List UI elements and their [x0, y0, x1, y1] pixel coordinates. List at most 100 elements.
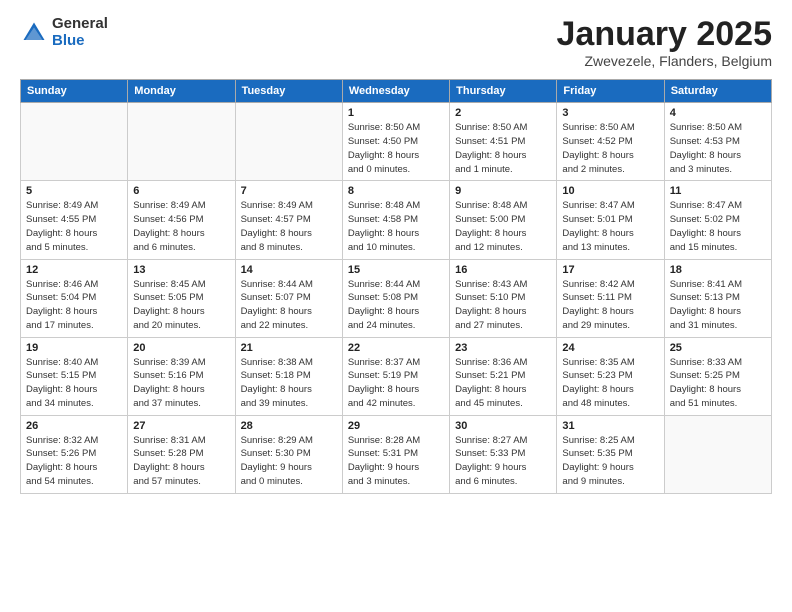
day-number: 26	[26, 420, 122, 432]
weekday-header: Saturday	[664, 80, 771, 103]
weekday-header: Wednesday	[342, 80, 449, 103]
day-info: Sunrise: 8:27 AMSunset: 5:33 PMDaylight:…	[455, 434, 551, 489]
day-info: Sunrise: 8:48 AMSunset: 5:00 PMDaylight:…	[455, 199, 551, 254]
calendar: SundayMondayTuesdayWednesdayThursdayFrid…	[20, 79, 772, 493]
day-info: Sunrise: 8:50 AMSunset: 4:52 PMDaylight:…	[562, 121, 658, 176]
calendar-day-cell: 9 Sunrise: 8:48 AMSunset: 5:00 PMDaylight…	[450, 181, 557, 259]
calendar-week-row: 5Sunrise: 8:49 AMSunset: 4:55 PMDaylight…	[21, 181, 772, 259]
day-info: Sunrise: 8:50 AMSunset: 4:50 PMDaylight:…	[348, 121, 444, 176]
day-number: 27	[133, 420, 229, 432]
location-subtitle: Zwevezele, Flanders, Belgium	[557, 53, 773, 69]
day-number: 7	[241, 185, 337, 197]
weekday-header: Thursday	[450, 80, 557, 103]
day-info: Sunrise: 8:45 AMSunset: 5:05 PMDaylight:…	[133, 278, 229, 333]
logo: General Blue	[20, 16, 108, 49]
calendar-day-cell: 25 Sunrise: 8:33 AMSunset: 5:25 PMDayligh…	[664, 337, 771, 415]
day-number: 10	[562, 185, 658, 197]
day-info: Sunrise: 8:44 AMSunset: 5:07 PMDaylight:…	[241, 278, 337, 333]
day-info: Sunrise: 8:49 AMSunset: 4:57 PMDaylight:…	[241, 199, 337, 254]
calendar-day-cell: 31 Sunrise: 8:25 AMSunset: 5:35 PMDayligh…	[557, 415, 664, 493]
day-info: Sunrise: 8:36 AMSunset: 5:21 PMDaylight:…	[455, 356, 551, 411]
day-number: 13	[133, 264, 229, 276]
calendar-day-cell: 17 Sunrise: 8:42 AMSunset: 5:11 PMDayligh…	[557, 259, 664, 337]
day-number: 25	[670, 342, 766, 354]
day-info: Sunrise: 8:25 AMSunset: 5:35 PMDaylight:…	[562, 434, 658, 489]
calendar-day-cell	[235, 103, 342, 181]
day-number: 18	[670, 264, 766, 276]
day-number: 16	[455, 264, 551, 276]
day-info: Sunrise: 8:44 AMSunset: 5:08 PMDaylight:…	[348, 278, 444, 333]
day-info: Sunrise: 8:40 AMSunset: 5:15 PMDaylight:…	[26, 356, 122, 411]
month-title: January 2025	[557, 16, 773, 53]
day-info: Sunrise: 8:28 AMSunset: 5:31 PMDaylight:…	[348, 434, 444, 489]
logo-icon	[20, 19, 48, 47]
weekday-header: Tuesday	[235, 80, 342, 103]
day-number: 14	[241, 264, 337, 276]
calendar-day-cell	[664, 415, 771, 493]
day-info: Sunrise: 8:38 AMSunset: 5:18 PMDaylight:…	[241, 356, 337, 411]
weekday-header: Monday	[128, 80, 235, 103]
day-number: 15	[348, 264, 444, 276]
day-info: Sunrise: 8:37 AMSunset: 5:19 PMDaylight:…	[348, 356, 444, 411]
calendar-day-cell: 21 Sunrise: 8:38 AMSunset: 5:18 PMDayligh…	[235, 337, 342, 415]
calendar-week-row: 12Sunrise: 8:46 AMSunset: 5:04 PMDayligh…	[21, 259, 772, 337]
day-number: 29	[348, 420, 444, 432]
day-info: Sunrise: 8:47 AMSunset: 5:02 PMDaylight:…	[670, 199, 766, 254]
day-info: Sunrise: 8:31 AMSunset: 5:28 PMDaylight:…	[133, 434, 229, 489]
calendar-day-cell: 27 Sunrise: 8:31 AMSunset: 5:28 PMDayligh…	[128, 415, 235, 493]
day-number: 8	[348, 185, 444, 197]
calendar-day-cell: 1 Sunrise: 8:50 AMSunset: 4:50 PMDaylight…	[342, 103, 449, 181]
calendar-week-row: 26 Sunrise: 8:32 AMSunset: 5:26 PMDayligh…	[21, 415, 772, 493]
calendar-day-cell	[21, 103, 128, 181]
day-number: 19	[26, 342, 122, 354]
day-number: 9	[455, 185, 551, 197]
day-number: 30	[455, 420, 551, 432]
day-number: 1	[348, 107, 444, 119]
day-number: 17	[562, 264, 658, 276]
calendar-day-cell: 28Sunrise: 8:29 AMSunset: 5:30 PMDayligh…	[235, 415, 342, 493]
day-info: Sunrise: 8:50 AMSunset: 4:51 PMDaylight:…	[455, 121, 551, 176]
calendar-day-cell: 3 Sunrise: 8:50 AMSunset: 4:52 PMDaylight…	[557, 103, 664, 181]
calendar-day-cell: 29 Sunrise: 8:28 AMSunset: 5:31 PMDayligh…	[342, 415, 449, 493]
calendar-week-row: 19 Sunrise: 8:40 AMSunset: 5:15 PMDayligh…	[21, 337, 772, 415]
day-number: 11	[670, 185, 766, 197]
day-number: 22	[348, 342, 444, 354]
calendar-day-cell: 19 Sunrise: 8:40 AMSunset: 5:15 PMDayligh…	[21, 337, 128, 415]
calendar-day-cell	[128, 103, 235, 181]
calendar-day-cell: 30 Sunrise: 8:27 AMSunset: 5:33 PMDayligh…	[450, 415, 557, 493]
calendar-day-cell: 8Sunrise: 8:48 AMSunset: 4:58 PMDaylight…	[342, 181, 449, 259]
calendar-day-cell: 24 Sunrise: 8:35 AMSunset: 5:23 PMDayligh…	[557, 337, 664, 415]
page: General Blue January 2025 Zwevezele, Fla…	[0, 0, 792, 612]
day-info: Sunrise: 8:32 AMSunset: 5:26 PMDaylight:…	[26, 434, 122, 489]
calendar-day-cell: 22 Sunrise: 8:37 AMSunset: 5:19 PMDayligh…	[342, 337, 449, 415]
day-info: Sunrise: 8:47 AMSunset: 5:01 PMDaylight:…	[562, 199, 658, 254]
day-number: 12	[26, 264, 122, 276]
day-number: 24	[562, 342, 658, 354]
calendar-day-cell: 14 Sunrise: 8:44 AMSunset: 5:07 PMDayligh…	[235, 259, 342, 337]
calendar-day-cell: 18 Sunrise: 8:41 AMSunset: 5:13 PMDayligh…	[664, 259, 771, 337]
logo-blue: Blue	[52, 33, 108, 50]
day-number: 21	[241, 342, 337, 354]
day-info: Sunrise: 8:41 AMSunset: 5:13 PMDaylight:…	[670, 278, 766, 333]
weekday-header: Sunday	[21, 80, 128, 103]
day-number: 3	[562, 107, 658, 119]
calendar-day-cell: 15 Sunrise: 8:44 AMSunset: 5:08 PMDayligh…	[342, 259, 449, 337]
header: General Blue January 2025 Zwevezele, Fla…	[20, 16, 772, 69]
calendar-day-cell: 10 Sunrise: 8:47 AMSunset: 5:01 PMDayligh…	[557, 181, 664, 259]
day-info: Sunrise: 8:35 AMSunset: 5:23 PMDaylight:…	[562, 356, 658, 411]
calendar-day-cell: 4Sunrise: 8:50 AMSunset: 4:53 PMDaylight…	[664, 103, 771, 181]
day-number: 23	[455, 342, 551, 354]
calendar-day-cell: 16 Sunrise: 8:43 AMSunset: 5:10 PMDayligh…	[450, 259, 557, 337]
day-info: Sunrise: 8:42 AMSunset: 5:11 PMDaylight:…	[562, 278, 658, 333]
day-info: Sunrise: 8:43 AMSunset: 5:10 PMDaylight:…	[455, 278, 551, 333]
day-number: 31	[562, 420, 658, 432]
day-info: Sunrise: 8:33 AMSunset: 5:25 PMDaylight:…	[670, 356, 766, 411]
day-number: 20	[133, 342, 229, 354]
day-info: Sunrise: 8:49 AMSunset: 4:55 PMDaylight:…	[26, 199, 122, 254]
weekday-header: Friday	[557, 80, 664, 103]
day-info: Sunrise: 8:50 AMSunset: 4:53 PMDaylight:…	[670, 121, 766, 176]
calendar-day-cell: 12Sunrise: 8:46 AMSunset: 5:04 PMDayligh…	[21, 259, 128, 337]
calendar-week-row: 1 Sunrise: 8:50 AMSunset: 4:50 PMDaylight…	[21, 103, 772, 181]
calendar-day-cell: 23 Sunrise: 8:36 AMSunset: 5:21 PMDayligh…	[450, 337, 557, 415]
calendar-day-cell: 7 Sunrise: 8:49 AMSunset: 4:57 PMDaylight…	[235, 181, 342, 259]
